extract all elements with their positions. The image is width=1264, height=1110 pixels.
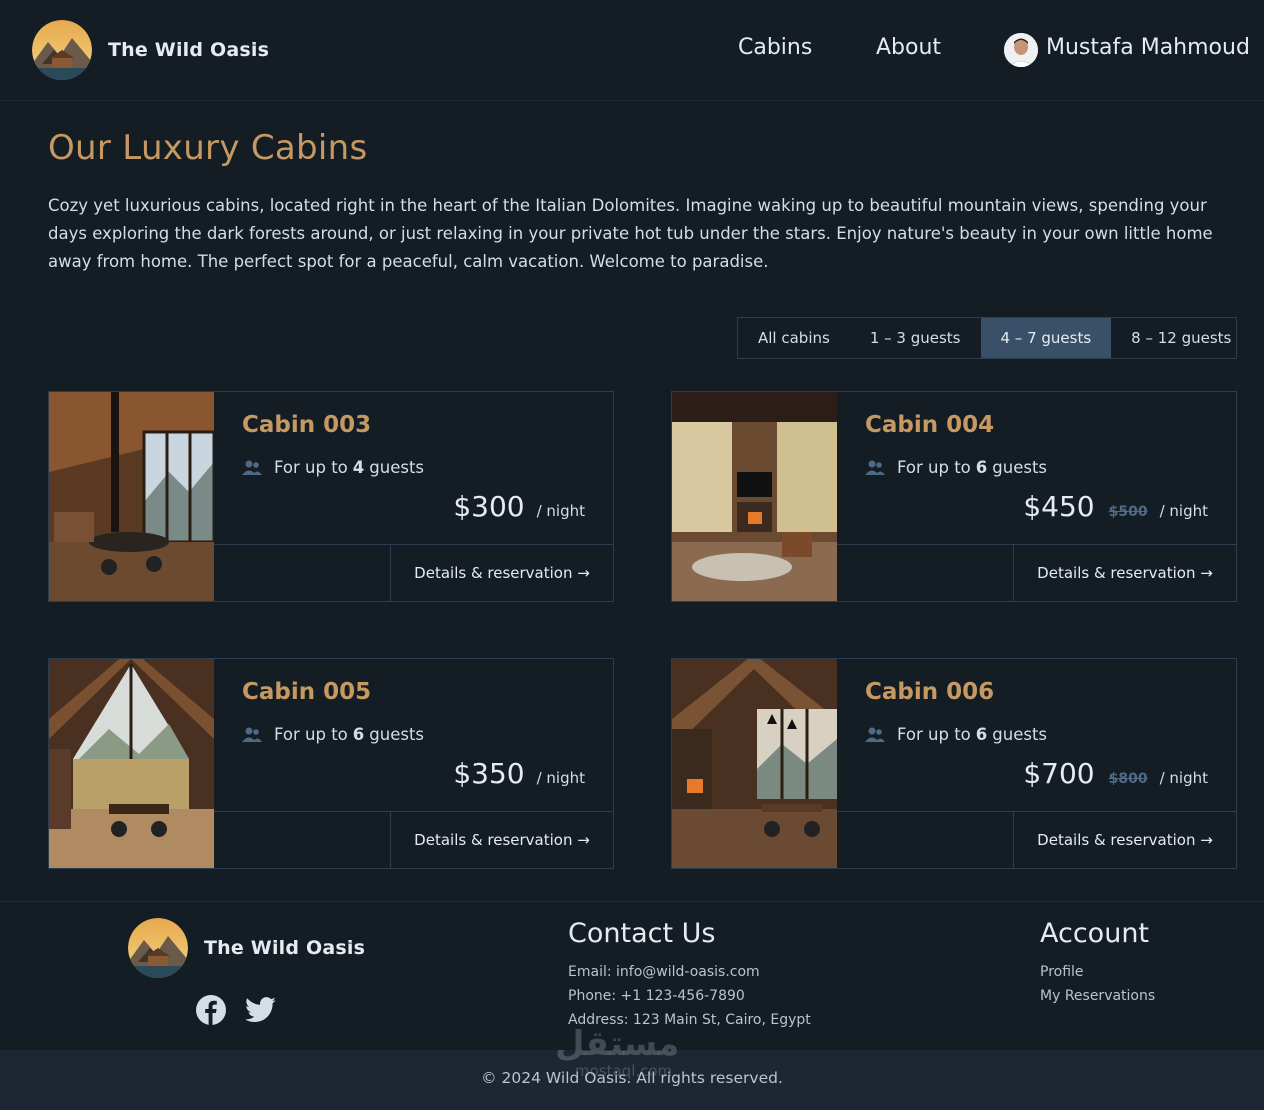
details-reservation-link[interactable]: Details & reservation → — [390, 545, 613, 601]
per-night: / night — [1159, 502, 1208, 520]
cabin-price: $700 — [1023, 757, 1095, 790]
cabin-price: $350 — [453, 757, 525, 790]
cabin-price: $300 — [453, 490, 525, 523]
price-row: $450 $500 / night — [1023, 490, 1208, 523]
logo-icon — [128, 918, 188, 978]
intro-text: Cozy yet luxurious cabins, located right… — [48, 196, 1213, 271]
guests-prefix: For up to — [274, 725, 348, 744]
cabin-name: Cabin 005 — [242, 679, 372, 705]
copyright-text: © 2024 Wild Oasis. All rights reserved. — [481, 1069, 783, 1087]
page-title: Our Luxury Cabins — [48, 128, 368, 168]
contact-title: Contact Us — [568, 918, 716, 949]
cabin-card: Cabin 004 For up to 6 guests $450 $500 /… — [671, 391, 1237, 602]
cabin-image — [672, 392, 837, 601]
cabin-info: Cabin 006 For up to 6 guests $700 $800 /… — [837, 659, 1236, 812]
guests-prefix: For up to — [897, 458, 971, 477]
cabin-info: Cabin 005 For up to 6 guests $350 / nigh… — [214, 659, 613, 812]
guests-count: 6 — [975, 458, 988, 477]
cabin-price: $450 — [1023, 490, 1095, 523]
guests-count: 4 — [352, 458, 365, 477]
brand-name: The Wild Oasis — [108, 39, 270, 61]
guest-filter: All cabins 1 – 3 guests 4 – 7 guests 8 –… — [737, 317, 1237, 359]
guests-prefix: For up to — [897, 725, 971, 744]
guests-suffix: guests — [369, 458, 425, 477]
cabin-capacity: For up to 6 guests — [242, 725, 424, 744]
cabin-card: Cabin 006 For up to 6 guests $700 $800 /… — [671, 658, 1237, 869]
price-row: $300 / night — [453, 490, 585, 523]
cabin-info: Cabin 003 For up to 4 guests $300 / nigh… — [214, 392, 613, 545]
users-icon — [865, 460, 885, 475]
cabin-capacity: For up to 6 guests — [865, 725, 1047, 744]
guests-prefix: For up to — [274, 458, 348, 477]
cabin-card: Cabin 003 For up to 4 guests $300 / nigh… — [48, 391, 614, 602]
footer-brand-name: The Wild Oasis — [204, 937, 366, 959]
cabin-name: Cabin 006 — [865, 679, 995, 705]
per-night: / night — [1159, 769, 1208, 787]
account-title: Account — [1040, 918, 1150, 949]
details-reservation-link[interactable]: Details & reservation → — [1013, 545, 1236, 601]
site-footer: The Wild Oasis Contact Us Email: info@wi… — [0, 901, 1264, 1050]
profile-link[interactable]: Profile — [1040, 964, 1084, 980]
users-icon — [242, 460, 262, 475]
site-header: The Wild Oasis Cabins About Mustafa Mahm… — [0, 0, 1264, 101]
per-night: / night — [536, 769, 585, 787]
cabin-capacity: For up to 6 guests — [865, 458, 1047, 477]
nav-cabins[interactable]: Cabins — [738, 30, 812, 66]
guests-count: 6 — [352, 725, 365, 744]
price-row: $350 / night — [453, 757, 585, 790]
cabin-old-price: $800 — [1108, 771, 1148, 787]
cabin-name: Cabin 004 — [865, 412, 995, 438]
cabin-capacity: For up to 4 guests — [242, 458, 424, 477]
nav-about[interactable]: About — [876, 30, 941, 66]
guests-count: 6 — [975, 725, 988, 744]
logo-icon — [32, 20, 92, 80]
user-name[interactable]: Mustafa Mahmoud — [1046, 30, 1250, 66]
cabin-image — [672, 659, 837, 868]
filter-8-12[interactable]: 8 – 12 guests — [1111, 318, 1251, 358]
details-reservation-link[interactable]: Details & reservation → — [1013, 812, 1236, 868]
filter-all[interactable]: All cabins — [738, 318, 850, 358]
users-icon — [865, 727, 885, 742]
filter-1-3[interactable]: 1 – 3 guests — [850, 318, 981, 358]
cabin-card: Cabin 005 For up to 6 guests $350 / nigh… — [48, 658, 614, 869]
footer-brand[interactable]: The Wild Oasis — [128, 918, 365, 978]
cabin-old-price: $500 — [1108, 504, 1148, 520]
brand-link[interactable]: The Wild Oasis — [32, 20, 269, 80]
cabin-info: Cabin 004 For up to 6 guests $450 $500 /… — [837, 392, 1236, 545]
filter-4-7[interactable]: 4 – 7 guests — [980, 318, 1112, 358]
twitter-icon[interactable] — [245, 994, 277, 1026]
guests-suffix: guests — [992, 458, 1048, 477]
per-night: / night — [536, 502, 585, 520]
contact-phone: Phone: +1 123-456-7890 — [568, 988, 745, 1004]
user-avatar[interactable] — [1004, 33, 1038, 67]
my-reservations-link[interactable]: My Reservations — [1040, 988, 1155, 1004]
guests-suffix: guests — [992, 725, 1048, 744]
guests-suffix: guests — [369, 725, 425, 744]
contact-email: Email: info@wild-oasis.com — [568, 964, 760, 980]
users-icon — [242, 727, 262, 742]
copyright-bar: © 2024 Wild Oasis. All rights reserved. — [0, 1050, 1264, 1110]
details-reservation-link[interactable]: Details & reservation → — [390, 812, 613, 868]
cabin-name: Cabin 003 — [242, 412, 372, 438]
cabin-image — [49, 659, 214, 868]
cabin-image — [49, 392, 214, 601]
price-row: $700 $800 / night — [1023, 757, 1208, 790]
contact-address: Address: 123 Main St, Cairo, Egypt — [568, 1012, 811, 1028]
facebook-icon[interactable] — [195, 994, 227, 1026]
